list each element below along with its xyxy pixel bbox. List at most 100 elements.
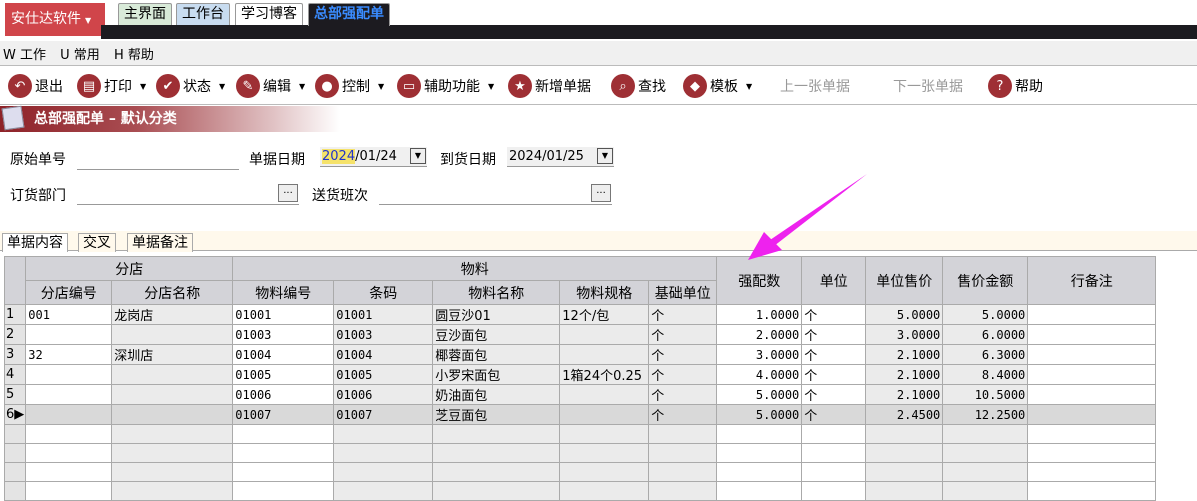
empty-row[interactable] — [3, 462, 1157, 482]
cell-store-name[interactable] — [111, 404, 234, 425]
col-header-amount[interactable]: 售价金额 — [942, 256, 1029, 305]
cell-amount[interactable]: 8.4000 — [942, 364, 1029, 385]
cell-store-no[interactable] — [25, 404, 113, 425]
tab-content[interactable]: 单据内容 — [2, 233, 68, 252]
tab-workbench[interactable]: 工作台 — [176, 3, 230, 25]
print-button[interactable]: ▤ 打印 ▼ — [77, 73, 146, 99]
cell-price[interactable]: 2.1000 — [865, 344, 944, 365]
empty-cell[interactable] — [1027, 443, 1157, 463]
cell-qty[interactable]: 2.0000 — [716, 324, 803, 345]
cell-price[interactable]: 2.1000 — [865, 384, 944, 405]
col-header-material-name[interactable]: 物料名称 — [432, 280, 561, 305]
cell-mat-no[interactable]: 01005 — [232, 364, 335, 385]
empty-cell[interactable] — [942, 424, 1029, 444]
cell-unit[interactable]: 个 — [801, 364, 867, 385]
empty-cell[interactable] — [942, 443, 1029, 463]
cell-unit[interactable]: 个 — [801, 384, 867, 405]
empty-cell[interactable] — [559, 481, 650, 501]
empty-cell[interactable] — [432, 481, 561, 501]
empty-cell[interactable] — [559, 424, 650, 444]
orig-no-input[interactable] — [77, 150, 239, 170]
cell-amount[interactable]: 6.3000 — [942, 344, 1029, 365]
empty-cell[interactable] — [432, 462, 561, 482]
doc-date-picker[interactable]: 2024/01/24 ▼ — [320, 147, 427, 167]
empty-cell[interactable] — [111, 462, 234, 482]
tab-cross[interactable]: 交叉 — [78, 233, 116, 252]
tab-hq-allocation[interactable]: 总部强配单 — [308, 3, 390, 26]
table-row[interactable]: 4 01005 01005 小罗宋面包 1箱24个0.25 个 4.0000 个 2.1000 8… — [3, 364, 1157, 385]
cell-price[interactable]: 2.1000 — [865, 364, 944, 385]
cell-spec[interactable] — [559, 324, 650, 345]
empty-cell[interactable] — [648, 443, 718, 463]
cell-remark[interactable] — [1027, 344, 1157, 365]
cell-store-name[interactable]: 龙岗店 — [111, 304, 234, 325]
empty-cell[interactable] — [716, 462, 803, 482]
cell-qty[interactable]: 1.0000 — [716, 304, 803, 325]
cell-qty[interactable]: 3.0000 — [716, 344, 803, 365]
exit-button[interactable]: ↶ 退出 — [8, 73, 63, 99]
find-button[interactable]: ⌕ 查找 — [611, 73, 666, 99]
cell-barcode[interactable]: 01007 — [333, 404, 434, 425]
empty-cell[interactable] — [1027, 481, 1157, 501]
cell-remark[interactable] — [1027, 364, 1157, 385]
cell-unit[interactable]: 个 — [801, 344, 867, 365]
cell-qty[interactable]: 5.0000 — [716, 384, 803, 405]
dept-input[interactable] — [77, 185, 299, 205]
empty-cell[interactable] — [1027, 424, 1157, 444]
next-document-button[interactable]: 下一张单据 — [893, 73, 963, 99]
row-number[interactable] — [3, 462, 27, 482]
cell-unit[interactable]: 个 — [801, 324, 867, 345]
caret-down-icon[interactable]: ▼ — [597, 148, 613, 164]
empty-cell[interactable] — [333, 443, 434, 463]
cell-name[interactable]: 小罗宋面包 — [432, 364, 561, 385]
cell-base-unit[interactable]: 个 — [648, 324, 718, 345]
cell-amount[interactable]: 6.0000 — [942, 324, 1029, 345]
cell-qty[interactable]: 5.0000 — [716, 404, 803, 425]
empty-cell[interactable] — [648, 462, 718, 482]
empty-cell[interactable] — [25, 462, 113, 482]
empty-cell[interactable] — [232, 424, 335, 444]
empty-row[interactable] — [3, 481, 1157, 501]
empty-cell[interactable] — [716, 424, 803, 444]
empty-cell[interactable] — [232, 462, 335, 482]
empty-cell[interactable] — [232, 443, 335, 463]
cell-name[interactable]: 奶油面包 — [432, 384, 561, 405]
cell-remark[interactable] — [1027, 324, 1157, 345]
empty-cell[interactable] — [25, 481, 113, 501]
col-header-material-no[interactable]: 物料编号 — [232, 280, 335, 305]
cell-price[interactable]: 5.0000 — [865, 304, 944, 325]
cell-mat-no[interactable]: 01003 — [232, 324, 335, 345]
empty-cell[interactable] — [333, 481, 434, 501]
cell-barcode[interactable]: 01006 — [333, 384, 434, 405]
cell-name[interactable]: 芝豆面包 — [432, 404, 561, 425]
col-header-barcode[interactable]: 条码 — [333, 280, 434, 305]
cell-name[interactable]: 豆沙面包 — [432, 324, 561, 345]
help-button[interactable]: ? 帮助 — [988, 73, 1043, 99]
cell-mat-no[interactable]: 01004 — [232, 344, 335, 365]
tab-main[interactable]: 主界面 — [118, 3, 172, 25]
empty-cell[interactable] — [942, 481, 1029, 501]
cell-remark[interactable] — [1027, 384, 1157, 405]
cell-price[interactable]: 2.4500 — [865, 404, 944, 425]
cell-remark[interactable] — [1027, 404, 1157, 425]
row-number[interactable]: 2 — [3, 324, 27, 345]
prev-document-button[interactable]: 上一张单据 — [780, 73, 850, 99]
menu-common[interactable]: U 常用 — [60, 48, 100, 63]
table-row[interactable]: 5 01006 01006 奶油面包个 5.0000 个 2.1000 10.5000 — [3, 384, 1157, 405]
empty-cell[interactable] — [25, 443, 113, 463]
col-header-base-unit[interactable]: 基础单位 — [648, 280, 718, 305]
cell-spec[interactable] — [559, 404, 650, 425]
cell-barcode[interactable]: 01004 — [333, 344, 434, 365]
col-header-remark[interactable]: 行备注 — [1027, 256, 1157, 305]
tab-blog[interactable]: 学习博客 — [235, 3, 303, 25]
empty-cell[interactable] — [865, 443, 944, 463]
empty-cell[interactable] — [559, 462, 650, 482]
cell-mat-no[interactable]: 01007 — [232, 404, 335, 425]
empty-cell[interactable] — [648, 424, 718, 444]
shift-lookup-button[interactable]: ... — [591, 184, 611, 202]
tab-remarks[interactable]: 单据备注 — [127, 233, 193, 252]
empty-row[interactable] — [3, 424, 1157, 444]
table-row[interactable]: 3 32 深圳店 01004 01004 椰蓉面包个 3.0000 个 2.1000 6.3000 — [3, 344, 1157, 365]
control-button[interactable]: ● 控制 ▼ — [315, 73, 384, 99]
row-number[interactable]: 5 — [3, 384, 27, 405]
